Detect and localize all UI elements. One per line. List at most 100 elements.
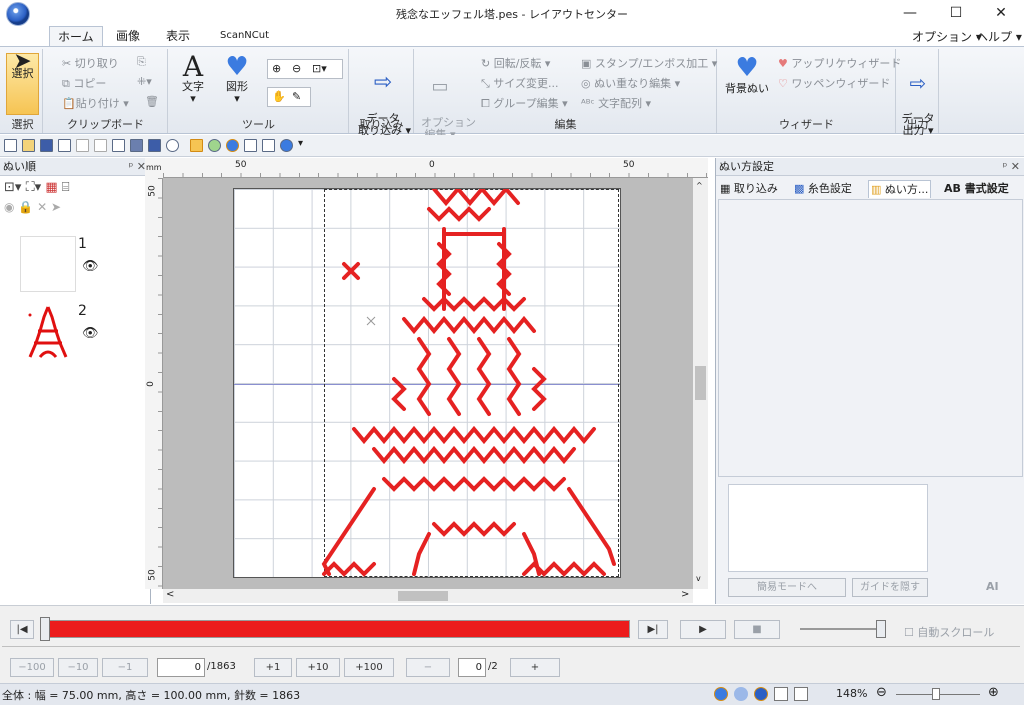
- minimize-button[interactable]: —: [887, 0, 933, 26]
- embroidery-hoop-area[interactable]: [233, 188, 621, 578]
- scroll-left-icon[interactable]: <: [166, 589, 174, 600]
- color-page-input[interactable]: 0: [458, 658, 486, 677]
- patch-wizard-button[interactable]: ♡ ワッペンウィザード: [778, 75, 890, 91]
- zoom-icon[interactable]: [58, 139, 71, 152]
- align-icon[interactable]: ⁜▾: [137, 75, 152, 88]
- group-edit-button[interactable]: ⧠ グループ編集 ▾: [481, 95, 568, 111]
- hide-icon[interactable]: ✕: [37, 200, 47, 214]
- play-button[interactable]: ▶: [680, 620, 726, 639]
- eiffel-tower-design[interactable]: [234, 189, 622, 579]
- copy-button[interactable]: ⧉ コピー: [62, 75, 106, 91]
- stitch-view-icon[interactable]: [226, 139, 239, 152]
- zoom-out-icon[interactable]: ⊖: [292, 62, 301, 75]
- help-icon[interactable]: [166, 139, 179, 152]
- hand-pan-icon[interactable]: ✋: [272, 90, 286, 103]
- view-mode-stitch-icon[interactable]: [714, 687, 728, 701]
- hoop-view-icon[interactable]: [794, 687, 808, 701]
- scroll-right-icon[interactable]: >: [681, 589, 689, 600]
- measure-icon[interactable]: ✎: [292, 90, 301, 103]
- prev-color-button[interactable]: −: [406, 658, 450, 677]
- pattern-thumbnail-2[interactable]: [20, 303, 76, 359]
- step-plus-1-button[interactable]: +1: [254, 658, 292, 677]
- resize-button[interactable]: ⤡ サイズ変更...: [481, 75, 558, 91]
- realistic-view-icon[interactable]: [130, 139, 143, 152]
- options-menu[interactable]: オプション ▾: [912, 28, 982, 45]
- scroll-down-icon[interactable]: v: [696, 574, 701, 583]
- eye-icon-visible-2[interactable]: 👁: [82, 326, 99, 341]
- tab-import[interactable]: ▦ 取り込み: [720, 180, 778, 198]
- tab-image[interactable]: 画像: [108, 26, 148, 46]
- globe-icon[interactable]: [280, 139, 293, 152]
- speed-slider-thumb[interactable]: [876, 620, 886, 638]
- tab-scanncut[interactable]: ScanNCut: [212, 26, 277, 46]
- progress-slider-thumb[interactable]: [40, 617, 50, 641]
- open-file-icon[interactable]: [22, 139, 35, 152]
- frame-icon[interactable]: ⌸: [62, 180, 70, 195]
- order-icon[interactable]: ⛶▾: [26, 180, 42, 195]
- view-mode-both-icon[interactable]: [754, 687, 768, 701]
- close-button[interactable]: ✕: [978, 0, 1024, 26]
- select-button[interactable]: ➤ 選択: [6, 51, 39, 115]
- cursor-icon[interactable]: ➤: [51, 200, 61, 214]
- step-minus-10-button[interactable]: −10: [58, 658, 98, 677]
- rotate-flip-button[interactable]: ↻ 回転/反転 ▾: [481, 55, 550, 71]
- background-stitch-button[interactable]: ♥ 背景ぬい: [722, 53, 772, 95]
- fit-icon[interactable]: ⊡▾: [4, 180, 21, 195]
- stamp-emboss-button[interactable]: ▣ スタンプ/エンボス加工 ▾: [581, 55, 717, 71]
- properties-icon[interactable]: [148, 139, 161, 152]
- undo-icon[interactable]: [76, 139, 89, 152]
- tab-text-format[interactable]: AB 書式設定: [944, 180, 1009, 198]
- eye-icon-visible-1[interactable]: 👁: [82, 259, 99, 274]
- tab-stitch-type[interactable]: ▥ ぬい方...: [868, 180, 932, 198]
- current-stitch-input[interactable]: 0: [157, 658, 205, 677]
- stitch-simulator-icon[interactable]: [190, 139, 203, 152]
- thread-color-icon[interactable]: [208, 139, 221, 152]
- customize-qat-icon[interactable]: ▾: [298, 138, 303, 149]
- tab-view[interactable]: 表示: [158, 26, 198, 46]
- auto-scroll-checkbox[interactable]: ☐ 自動スクロール: [904, 624, 994, 640]
- overlap-edit-button[interactable]: ◎ ぬい重なり編集 ▾: [581, 75, 680, 91]
- machine-send-icon[interactable]: [262, 139, 275, 152]
- vertical-scroll-thumb[interactable]: [695, 366, 706, 400]
- tab-thread-color[interactable]: ▩ 糸色設定: [794, 180, 852, 198]
- step-minus-1-button[interactable]: −1: [102, 658, 148, 677]
- step-plus-10-button[interactable]: +10: [296, 658, 340, 677]
- redo-icon[interactable]: [94, 139, 107, 152]
- applique-wizard-button[interactable]: ♥ アップリケウィザード: [778, 55, 901, 71]
- shape-tool-button[interactable]: ♥ 図形 ▾: [219, 53, 255, 105]
- speed-slider[interactable]: [800, 628, 886, 630]
- duplicate-icon[interactable]: ⎘: [137, 55, 146, 69]
- view-mode-realistic-icon[interactable]: [734, 687, 748, 701]
- go-end-button[interactable]: ▶|: [638, 620, 668, 639]
- next-color-button[interactable]: +: [510, 658, 560, 677]
- go-start-button[interactable]: |◀: [10, 620, 34, 639]
- zoom-in-icon[interactable]: ⊕: [272, 62, 281, 75]
- zoom-slider-thumb[interactable]: [932, 688, 940, 700]
- zoom-fit-icon[interactable]: ⊡▾: [312, 62, 327, 75]
- maximize-button[interactable]: ☐: [933, 0, 979, 26]
- paste-button[interactable]: 📋貼り付け ▾: [62, 95, 129, 111]
- stitch-progress-bar[interactable]: [44, 620, 630, 638]
- text-arrangement-button[interactable]: ᴬᴮᶜ 文字配列 ▾: [581, 95, 651, 111]
- eye-icon[interactable]: ◉: [4, 200, 14, 214]
- panel-pin-close-right[interactable]: ᵖ ✕: [1003, 158, 1024, 176]
- zoom-in-status-icon[interactable]: ⊕: [988, 685, 999, 700]
- preview-icon[interactable]: [112, 139, 125, 152]
- lock-icon[interactable]: 🔒: [18, 200, 33, 214]
- pattern-thumbnail-1[interactable]: [20, 236, 76, 292]
- new-file-icon[interactable]: [4, 139, 17, 152]
- vertical-scrollbar[interactable]: ^ v: [693, 178, 708, 589]
- zoom-out-status-icon[interactable]: ⊖: [876, 685, 887, 700]
- hide-guide-button[interactable]: ガイドを隠す: [852, 578, 928, 597]
- horizontal-scrollbar[interactable]: < >: [163, 589, 693, 603]
- grid-toggle-icon[interactable]: [774, 687, 788, 701]
- tab-home[interactable]: ホーム: [49, 26, 103, 47]
- stop-button[interactable]: ■: [734, 620, 780, 639]
- step-minus-100-button[interactable]: −100: [10, 658, 54, 677]
- cut-button[interactable]: ✂ 切り取り: [62, 55, 119, 71]
- scroll-up-icon[interactable]: ^: [696, 181, 703, 190]
- save-icon[interactable]: [40, 139, 53, 152]
- step-plus-100-button[interactable]: +100: [344, 658, 394, 677]
- simple-mode-button[interactable]: 簡易モードへ: [728, 578, 846, 597]
- print-preview-icon[interactable]: [244, 139, 257, 152]
